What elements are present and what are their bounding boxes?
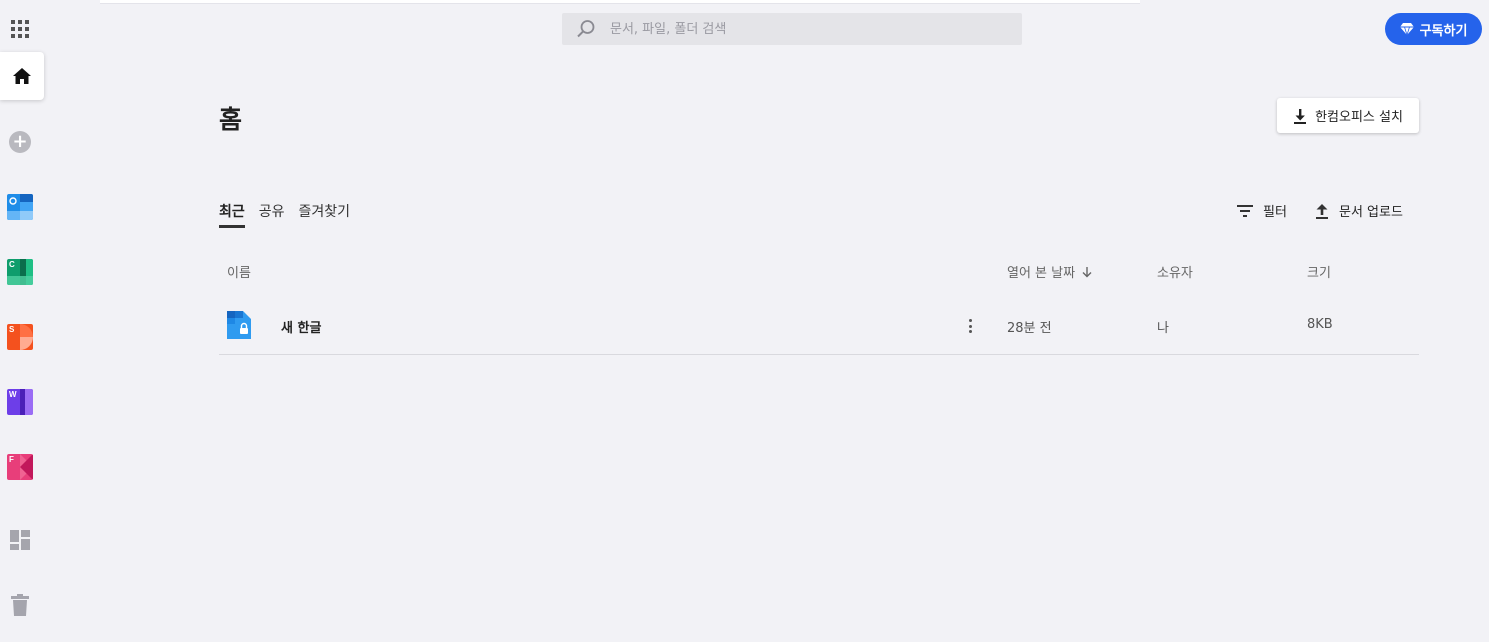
subscribe-label: 구독하기	[1419, 23, 1468, 39]
docs-app-icon	[7, 194, 33, 220]
install-office-button[interactable]: 한컴오피스 설치	[1277, 98, 1419, 133]
upload-document-button[interactable]: 문서 업로드	[1315, 201, 1403, 220]
home-icon	[13, 68, 31, 84]
tab-bar: 최근 공유 즐겨찾기	[219, 201, 364, 228]
sidebar-app-hanshow[interactable]: S	[7, 324, 33, 350]
hanshow-letter: S	[9, 325, 15, 334]
plus-icon: +	[12, 131, 28, 152]
sidebar-item-trash[interactable]	[9, 593, 31, 621]
hanword-letter: W	[9, 390, 17, 399]
page-title: 홈	[219, 105, 243, 134]
filter-label: 필터	[1263, 205, 1287, 220]
subscribe-button[interactable]: 구독하기	[1385, 13, 1482, 45]
more-options-icon[interactable]	[967, 316, 973, 336]
column-header-opened-label: 열어 본 날짜	[1007, 266, 1076, 281]
search-icon	[577, 20, 595, 38]
tab-recent[interactable]: 최근	[219, 201, 245, 228]
dashboard-icon	[10, 530, 30, 550]
tab-favorites[interactable]: 즐겨찾기	[299, 201, 351, 228]
trash-icon	[11, 594, 29, 616]
column-header-opened[interactable]: 열어 본 날짜	[1007, 262, 1093, 281]
file-opened-date: 28분 전	[1007, 321, 1052, 336]
table-row[interactable]: 새 한글 28분 전 나 8KB	[219, 300, 1419, 355]
hancell-letter: C	[9, 260, 15, 269]
file-name[interactable]: 새 한글	[281, 317, 321, 336]
sidebar: + C S W F	[0, 0, 44, 642]
file-size: 8KB	[1307, 317, 1333, 332]
download-icon	[1294, 108, 1307, 124]
column-header-owner[interactable]: 소유자	[1157, 262, 1193, 281]
file-owner: 나	[1157, 321, 1169, 336]
sort-down-arrow-icon	[1082, 266, 1092, 277]
sidebar-item-dashboard[interactable]	[9, 529, 31, 555]
install-label: 한컴오피스 설치	[1315, 110, 1403, 125]
apps-grid-icon[interactable]	[8, 17, 32, 41]
add-new-button[interactable]: +	[9, 131, 31, 153]
upload-label: 문서 업로드	[1339, 205, 1403, 220]
filter-icon	[1237, 204, 1253, 217]
sidebar-app-hanword[interactable]: W	[7, 389, 33, 415]
sidebar-app-hancell[interactable]: C	[7, 259, 33, 285]
filter-button[interactable]: 필터	[1237, 201, 1287, 220]
column-header-size[interactable]: 크기	[1307, 262, 1331, 281]
sidebar-item-home[interactable]	[0, 52, 44, 100]
sidebar-app-docs[interactable]	[7, 194, 33, 220]
diamond-icon	[1399, 23, 1414, 35]
tab-shared[interactable]: 공유	[259, 201, 285, 228]
top-strip	[100, 0, 1140, 4]
column-header-name[interactable]: 이름	[227, 262, 251, 281]
hwp-file-locked-icon	[227, 311, 251, 339]
sidebar-app-hanpdf[interactable]: F	[7, 454, 33, 480]
upload-icon	[1316, 203, 1328, 219]
search-input[interactable]	[610, 21, 990, 37]
search-bar[interactable]	[562, 13, 1022, 45]
hanpdf-letter: F	[9, 455, 14, 464]
